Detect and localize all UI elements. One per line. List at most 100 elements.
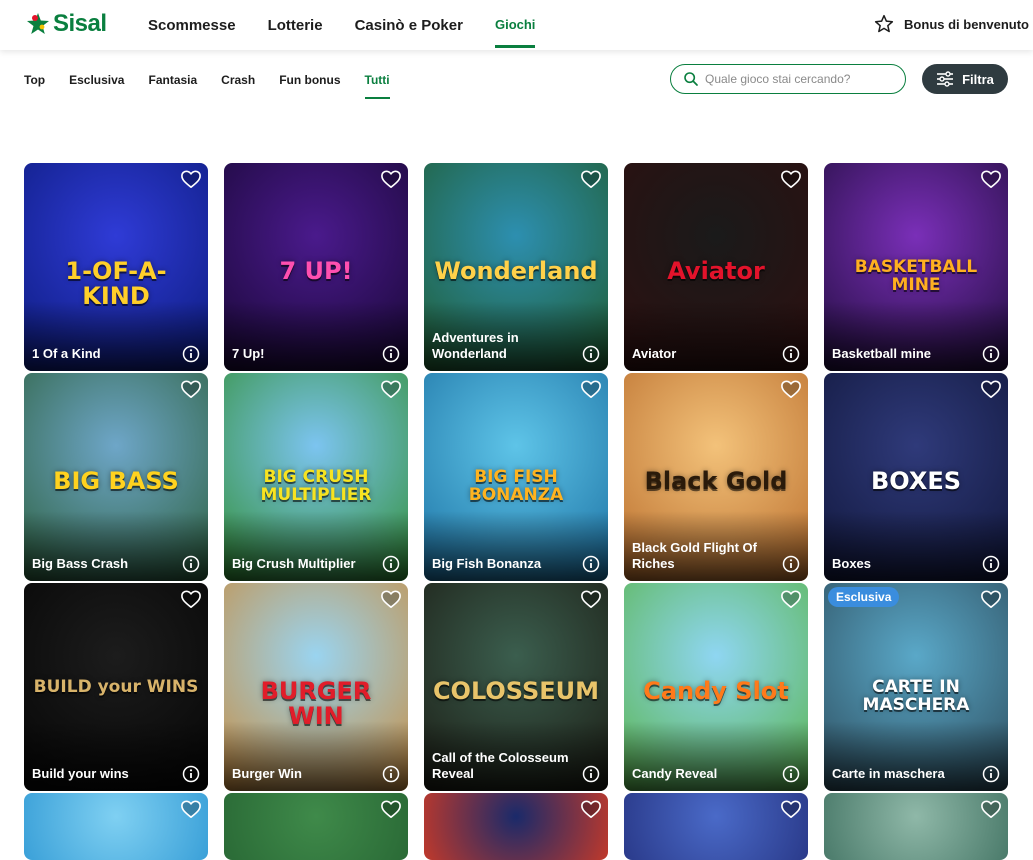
games-grid: 1-OF-A-KIND 1 Of a Kind 7 UP! 7 Up! Wonderla…: [24, 163, 1008, 860]
game-card[interactable]: [824, 793, 1008, 860]
info-icon[interactable]: [982, 765, 1000, 783]
game-title: Adventures in Wonderland: [432, 330, 519, 361]
game-card[interactable]: 1-OF-A-KIND 1 Of a Kind: [24, 163, 208, 371]
info-icon[interactable]: [182, 555, 200, 573]
info-icon[interactable]: [782, 345, 800, 363]
filter-button[interactable]: Filtra: [922, 64, 1008, 94]
info-icon[interactable]: [982, 345, 1000, 363]
game-title: Candy Reveal: [632, 766, 718, 781]
heart-icon[interactable]: [780, 169, 802, 189]
game-card[interactable]: BIG CRUSH MULTIPLIER Big Crush Multiplier: [224, 373, 408, 581]
game-title: Build your wins: [32, 766, 129, 781]
heart-icon[interactable]: [580, 589, 602, 609]
star-outline-icon: [874, 14, 894, 33]
heart-icon[interactable]: [780, 589, 802, 609]
info-icon[interactable]: [782, 555, 800, 573]
tab-crash[interactable]: Crash: [221, 64, 255, 96]
heart-icon[interactable]: [180, 169, 202, 189]
heart-icon[interactable]: [180, 589, 202, 609]
heart-icon[interactable]: [780, 799, 802, 819]
game-card[interactable]: Aviator Aviator: [624, 163, 808, 371]
game-card[interactable]: BIG FISH BONANZA Big Fish Bonanza: [424, 373, 608, 581]
exclusive-badge: Esclusiva: [828, 587, 900, 607]
sisal-logo[interactable]: Sisal: [26, 10, 107, 38]
search-input[interactable]: [705, 72, 895, 86]
info-icon[interactable]: [982, 555, 1000, 573]
game-logo: Candy Slot: [643, 677, 789, 705]
search-icon: [684, 72, 698, 86]
info-icon[interactable]: [382, 555, 400, 573]
game-logo: Aviator: [667, 257, 765, 285]
nav-label: Casinò e Poker: [354, 16, 463, 34]
heart-icon[interactable]: [980, 589, 1002, 609]
game-card[interactable]: BASKETBALL MINE Basketball mine: [824, 163, 1008, 371]
game-card[interactable]: Wonderland Adventures in Wonderland: [424, 163, 608, 371]
game-card[interactable]: Black Gold Black Gold Flight Of Riches: [624, 373, 808, 581]
game-card[interactable]: BUILD your WINS Build your wins: [24, 583, 208, 791]
game-logo: BUILD your WINS: [33, 677, 199, 697]
info-icon[interactable]: [782, 765, 800, 783]
game-logo: COLOSSEUM: [432, 677, 600, 705]
tab-fantasia[interactable]: Fantasia: [148, 64, 197, 96]
heart-icon[interactable]: [380, 799, 402, 819]
game-card[interactable]: [224, 793, 408, 860]
heart-icon[interactable]: [180, 379, 202, 399]
game-title: Basketball mine: [832, 346, 931, 361]
game-card[interactable]: 7 UP! 7 Up!: [224, 163, 408, 371]
heart-icon[interactable]: [580, 799, 602, 819]
game-title: Aviator: [632, 346, 677, 361]
info-icon[interactable]: [382, 765, 400, 783]
heart-icon[interactable]: [980, 379, 1002, 399]
nav-label: Lotterie: [267, 16, 323, 34]
logo-text: Sisal: [53, 10, 107, 37]
sliders-icon: [937, 71, 954, 87]
game-card[interactable]: [424, 793, 608, 860]
info-icon[interactable]: [582, 765, 600, 783]
game-card[interactable]: BIG BASS Big Bass Crash: [24, 373, 208, 581]
heart-icon[interactable]: [380, 379, 402, 399]
game-title: Burger Win: [232, 766, 302, 781]
game-card[interactable]: COLOSSEUM Call of the Colosseum Reveal: [424, 583, 608, 791]
nav-scommesse[interactable]: Scommesse: [148, 0, 236, 50]
game-title: Call of the Colosseum Reveal: [432, 750, 569, 781]
heart-icon[interactable]: [180, 799, 202, 819]
welcome-bonus-link[interactable]: Bonus di benvenuto: [874, 14, 1029, 34]
top-bar: Sisal Scommesse Lotterie Casinò e Poker …: [0, 0, 1033, 50]
game-card[interactable]: BURGER WIN Burger Win: [224, 583, 408, 791]
info-icon[interactable]: [582, 345, 600, 363]
heart-icon[interactable]: [980, 169, 1002, 189]
game-card[interactable]: BOXES Boxes: [824, 373, 1008, 581]
info-icon[interactable]: [582, 555, 600, 573]
nav-casino-poker[interactable]: Casinò e Poker: [355, 0, 463, 50]
star-logo-icon: [27, 13, 49, 34]
tab-esclusiva[interactable]: Esclusiva: [69, 64, 124, 96]
game-search[interactable]: [670, 64, 906, 94]
tab-fun-bonus[interactable]: Fun bonus: [279, 64, 340, 96]
nav-lotterie[interactable]: Lotterie: [268, 0, 323, 50]
game-logo: Black Gold: [644, 467, 788, 495]
game-logo: BIG BASS: [53, 467, 179, 495]
filter-label: Filtra: [962, 71, 994, 87]
info-icon[interactable]: [182, 345, 200, 363]
game-card[interactable]: Candy Slot Candy Reveal: [624, 583, 808, 791]
game-logo: 7 UP!: [279, 257, 353, 285]
game-card[interactable]: CARTE IN MASCHERA Carte in maschera Esclus…: [824, 583, 1008, 791]
game-title: 7 Up!: [232, 346, 265, 361]
tab-top[interactable]: Top: [24, 64, 45, 96]
heart-icon[interactable]: [580, 379, 602, 399]
nav-giochi[interactable]: Giochi: [494, 0, 536, 50]
game-title: Carte in maschera: [832, 766, 945, 781]
heart-icon[interactable]: [780, 379, 802, 399]
tab-tutti[interactable]: Tutti: [364, 64, 390, 99]
heart-icon[interactable]: [380, 169, 402, 189]
info-icon[interactable]: [382, 345, 400, 363]
heart-icon[interactable]: [980, 799, 1002, 819]
info-icon[interactable]: [182, 765, 200, 783]
game-title: 1 Of a Kind: [32, 346, 101, 361]
game-title: Black Gold Flight Of Riches: [632, 540, 757, 571]
game-title: Big Bass Crash: [32, 556, 129, 571]
game-card[interactable]: [24, 793, 208, 860]
heart-icon[interactable]: [380, 589, 402, 609]
game-card[interactable]: [624, 793, 808, 860]
heart-icon[interactable]: [580, 169, 602, 189]
